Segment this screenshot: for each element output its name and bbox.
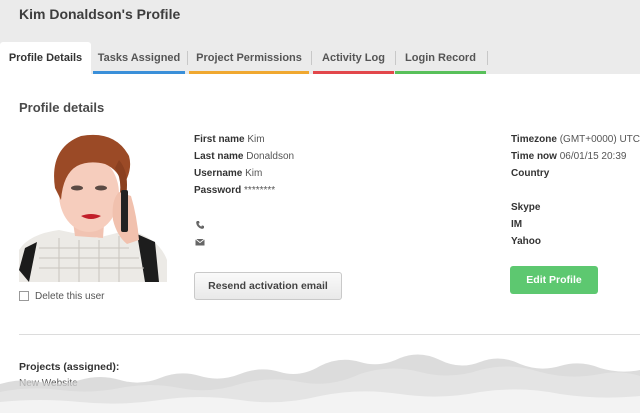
yahoo-field: Yahoo <box>511 236 541 247</box>
tab-color-bar <box>395 71 486 74</box>
time-now-field: Time now 06/01/15 20:39 <box>511 151 626 162</box>
skype-label: Skype <box>511 202 541 213</box>
tab-divider <box>311 51 312 65</box>
avatar <box>19 130 167 282</box>
country-label: Country <box>511 168 550 179</box>
password-label: Password <box>194 185 242 196</box>
envelope-icon <box>195 237 205 247</box>
section-title: Profile details <box>19 100 105 115</box>
password-value: ******** <box>244 185 276 196</box>
delete-user-checkbox[interactable] <box>19 291 29 301</box>
last-name-field: Last name Donaldson <box>194 151 294 162</box>
first-name-value: Kim <box>247 134 265 145</box>
profile-header: Kim Donaldson's Profile Profile Details … <box>0 0 640 74</box>
timezone-value: (GMT+0000) UTC <box>559 134 640 145</box>
first-name-field: First name Kim <box>194 134 265 145</box>
timezone-field: Timezone (GMT+0000) UTC <box>511 134 640 145</box>
first-name-label: First name <box>194 134 245 145</box>
tab-label: Project Permissions <box>196 52 302 64</box>
torn-edge-decoration <box>0 354 640 413</box>
tab-login-record[interactable]: Login Record <box>395 42 486 74</box>
im-field: IM <box>511 219 522 230</box>
section-divider <box>19 334 640 335</box>
tab-label: Profile Details <box>8 52 83 64</box>
last-name-value: Donaldson <box>246 151 295 162</box>
country-field: Country <box>511 168 549 179</box>
skype-field: Skype <box>511 202 540 213</box>
tab-tasks-assigned[interactable]: Tasks Assigned <box>93 42 185 74</box>
tab-bar: Profile Details Tasks Assigned Project P… <box>0 42 640 74</box>
tab-activity-log[interactable]: Activity Log <box>313 42 394 74</box>
edit-profile-button[interactable]: Edit Profile <box>510 266 598 294</box>
last-name-label: Last name <box>194 151 244 162</box>
tab-color-bar <box>93 71 185 74</box>
delete-user-label: Delete this user <box>35 290 105 302</box>
tab-color-bar <box>189 71 309 74</box>
tab-color-bar <box>313 71 394 74</box>
profile-photo <box>19 130 167 282</box>
resend-activation-button[interactable]: Resend activation email <box>194 272 342 300</box>
tab-profile-details[interactable]: Profile Details <box>0 42 91 74</box>
tab-divider <box>187 51 188 65</box>
timezone-label: Timezone <box>511 134 557 145</box>
tab-divider <box>487 51 488 65</box>
time-now-value: 06/01/15 20:39 <box>559 151 627 162</box>
delete-user-row: Delete this user <box>19 289 104 303</box>
password-field: Password ******** <box>194 185 275 196</box>
time-now-label: Time now <box>511 151 557 162</box>
tab-label: Activity Log <box>322 52 385 64</box>
yahoo-label: Yahoo <box>511 236 542 247</box>
phone-icon <box>195 220 205 230</box>
im-label: IM <box>511 219 523 230</box>
page-title: Kim Donaldson's Profile <box>19 6 181 22</box>
tab-label: Tasks Assigned <box>97 52 181 64</box>
username-label: Username <box>194 168 243 179</box>
tab-label: Login Record <box>405 52 476 64</box>
username-field: Username Kim <box>194 168 262 179</box>
username-value: Kim <box>245 168 263 179</box>
tab-project-permissions[interactable]: Project Permissions <box>189 42 309 74</box>
